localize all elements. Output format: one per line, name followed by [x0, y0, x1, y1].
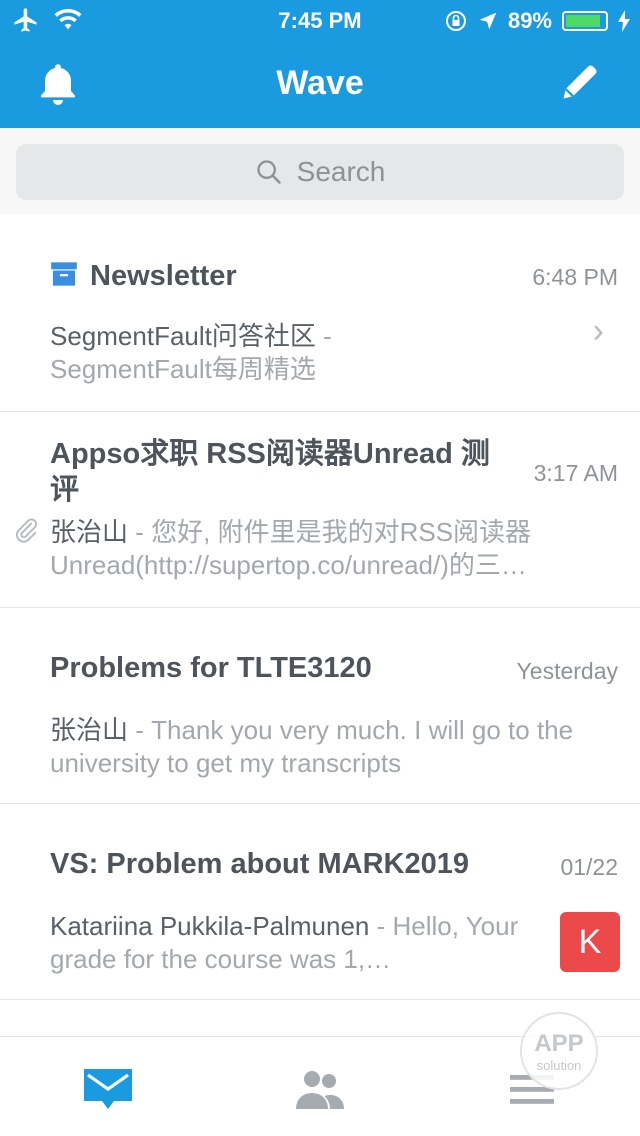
thread-title: VS: Problem about MARK2019 [50, 848, 469, 880]
thread-row[interactable]: Appso求职 RSS阅读器Unread 测评 3:17 AM 张治山 - 您好… [0, 412, 640, 608]
compose-icon [563, 65, 597, 99]
watermark-small: solution [536, 1058, 582, 1073]
search-input[interactable]: Search [16, 144, 624, 200]
battery-percent: 89% [507, 8, 552, 33]
status-right: 89% [444, 8, 630, 34]
inbox-icon [84, 1069, 132, 1109]
attachment-icon [16, 518, 38, 543]
thread-time: 01/22 [560, 854, 618, 880]
charging-icon [618, 10, 630, 32]
thread-sender: Katariina Pukkila-Palmunen [50, 911, 370, 941]
thread-title: Appso求职 RSS阅读器Unread 测评 [50, 438, 490, 506]
thread-row-newsletter[interactable]: Newsletter 6:48 PM SegmentFault问答社区 - Se… [0, 214, 640, 412]
search-bar: Search [0, 128, 640, 214]
thread-snippet: SegmentFault每周精选 [50, 354, 316, 384]
contacts-icon [296, 1071, 344, 1109]
watermark-big: APP [534, 1030, 584, 1057]
app-solution-watermark: APP solution [520, 1012, 598, 1090]
thread-sender: 张治山 [50, 715, 129, 745]
search-icon [256, 160, 281, 184]
status-bar: 7:45 PM 89% [0, 0, 640, 40]
thread-time: 6:48 PM [532, 264, 618, 290]
thread-list: Newsletter 6:48 PM SegmentFault问答社区 - Se… [0, 214, 640, 1000]
tab-inbox[interactable] [80, 1061, 136, 1117]
thread-preview: 张治山 - Thank you very much. I will go to … [50, 714, 610, 780]
page-title: Wave [276, 64, 364, 102]
thread-preview: SegmentFault问答社区 - SegmentFault每周精选 [50, 320, 590, 386]
thread-sender: SegmentFault问答社区 [50, 321, 316, 351]
rotation-lock-icon [445, 11, 466, 31]
thread-title: Problems for TLTE3120 [50, 652, 372, 684]
avatar[interactable]: K [560, 912, 620, 972]
preview-separator: - [315, 321, 332, 351]
thread-time: 3:17 AM [533, 460, 618, 486]
search-placeholder: Search [296, 156, 386, 187]
preview-separator: - [128, 715, 152, 745]
chevron-right-icon: › [592, 312, 604, 350]
thread-row[interactable]: Problems for TLTE3120 Yesterday 张治山 - Th… [0, 608, 640, 804]
archive-icon [51, 262, 77, 286]
thread-preview: 张治山 - 您好, 附件里是我的对RSS阅读器Unread(http://sup… [50, 516, 595, 582]
location-icon [479, 12, 497, 30]
tab-contacts[interactable] [292, 1061, 348, 1117]
preview-separator: - [369, 911, 393, 941]
thread-row[interactable]: VS: Problem about MARK2019 01/22 Katarii… [0, 804, 640, 1000]
battery-level [566, 15, 600, 27]
thread-preview: Katariina Pukkila-Palmunen - Hello, Your… [50, 910, 520, 976]
battery-icon [562, 11, 608, 31]
preview-separator: - [128, 517, 152, 547]
compose-button[interactable] [558, 60, 606, 108]
thread-sender: 张治山 [50, 517, 129, 547]
thread-title: Newsletter [90, 260, 237, 292]
thread-time: Yesterday [516, 658, 618, 684]
app-header: 7:45 PM 89% Wave [0, 0, 640, 128]
